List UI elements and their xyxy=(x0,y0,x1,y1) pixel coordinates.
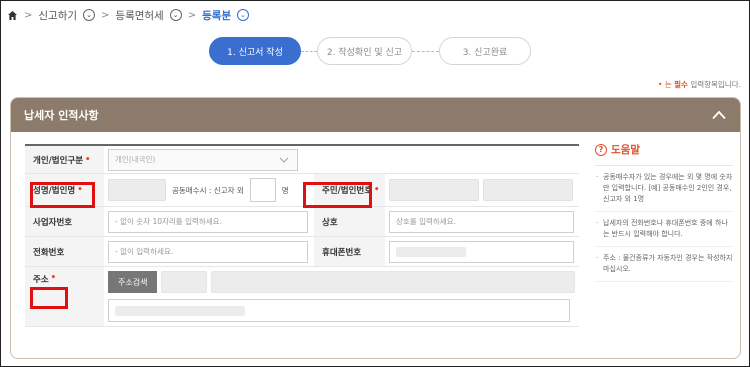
chevron-right-icon: > xyxy=(187,9,197,21)
redacted-value xyxy=(396,246,466,257)
type-select-value: 개인(내국인) xyxy=(115,155,156,164)
co-owner-count-input[interactable] xyxy=(249,178,276,202)
highlight-name xyxy=(30,182,95,208)
type-label-text: 개인/법인구분 xyxy=(33,155,84,166)
phone-input[interactable]: - 없이 입력하세요. xyxy=(108,240,308,263)
highlight-idnum xyxy=(303,182,372,208)
form-row: 사업자번호 - 없이 숫자 10자리를 입력하세요. 상호 상호를 입력하세요. xyxy=(25,207,579,237)
step-3: 3. 신고완료 xyxy=(439,37,531,65)
home-icon[interactable] xyxy=(6,9,18,21)
bizno-cell: - 없이 숫자 10자리를 입력하세요. xyxy=(104,207,314,236)
help-item: 납세자의 전화번호나 휴대폰번호 중에 하나는 반드시 입력해야 합니다. xyxy=(595,212,733,247)
idnum-cell xyxy=(385,174,579,206)
chevron-right-icon: > xyxy=(24,9,33,21)
co-owner-unit: 명 xyxy=(281,185,289,195)
address-label-text: 주소 xyxy=(33,275,49,285)
step-divider xyxy=(412,50,439,52)
help-item: 주소 : 물건종류가 자동차인 경우는 작성하지 마십시오. xyxy=(595,247,733,282)
panel-title: 납세자 인적사항 xyxy=(24,109,99,122)
required-note-em: 필수 xyxy=(674,80,688,89)
step-2: 2. 작성확인 및 신고 xyxy=(317,37,412,65)
type-cell: 개인(내국인) xyxy=(104,146,304,173)
breadcrumb-item[interactable]: 등록면허세 xyxy=(115,8,163,23)
taxpayer-panel: 납세자 인적사항 개인/법인구분 • 개인(내국인) 성명/법인명 • 공동매수시 … xyxy=(10,97,741,359)
bizno-label: 사업자번호 xyxy=(25,207,104,236)
zipcode-input[interactable] xyxy=(161,271,208,293)
step-1: 1. 신고서 작성 xyxy=(209,37,301,65)
breadcrumb-current[interactable]: 등록분 xyxy=(202,8,231,23)
chevron-up-icon[interactable] xyxy=(712,110,726,120)
phone-cell: - 없이 입력하세요. xyxy=(104,237,314,266)
chevron-down-icon xyxy=(279,157,289,163)
required-note-suffix: 입력항목입니다. xyxy=(690,80,741,89)
idnum-front-input[interactable] xyxy=(389,179,479,201)
trade-input[interactable]: 상호를 입력하세요. xyxy=(389,210,574,233)
help-list: 공동매수자가 있는 경우에는 외 몇 명에 숫자만 입력합니다. [예] 공동매… xyxy=(595,166,733,282)
trade-label: 상호 xyxy=(314,207,385,236)
mobile-cell xyxy=(385,237,579,266)
chevron-down-icon[interactable]: ⌄ xyxy=(83,9,96,21)
form-row: 성명/법인명 • 공동매수시 : 신고자 외 명 주민/법인번호 • xyxy=(25,174,579,207)
mobile-label: 휴대폰번호 xyxy=(314,237,385,266)
address-detail-input[interactable] xyxy=(108,299,570,322)
required-mark: • xyxy=(85,154,91,165)
name-cell: 공동매수시 : 신고자 외 명 xyxy=(104,174,314,206)
required-mark: • xyxy=(50,273,57,283)
bizno-input[interactable]: - 없이 숫자 10자리를 입력하세요. xyxy=(108,210,308,233)
phone-label: 전화번호 xyxy=(25,237,104,266)
redacted-value xyxy=(115,305,245,316)
step-indicator: 1. 신고서 작성 2. 작성확인 및 신고 3. 신고완료 xyxy=(209,37,531,65)
step-divider xyxy=(301,50,317,52)
idnum-back-input[interactable] xyxy=(483,179,573,201)
highlight-address xyxy=(30,287,68,309)
required-mark: • xyxy=(374,185,380,195)
co-owner-text: 공동매수시 : 신고자 외 xyxy=(172,185,244,195)
help-title: ? 도움말 xyxy=(595,142,733,166)
type-label: 개인/법인구분 • xyxy=(25,146,104,173)
form-row: 개인/법인구분 • 개인(내국인) xyxy=(25,144,579,174)
help-box: ? 도움말 공동매수자가 있는 경우에는 외 몇 명에 숫자만 입력합니다. [… xyxy=(595,142,733,282)
breadcrumb: > 신고하기 ⌄ > 등록면허세 ⌄ > 등록분 ⌄ xyxy=(6,6,250,24)
required-note: • 는 필수 입력항목입니다. xyxy=(658,79,741,90)
breadcrumb-item[interactable]: 신고하기 xyxy=(38,8,77,23)
chevron-down-icon[interactable]: ⌄ xyxy=(237,9,250,21)
chevron-right-icon: > xyxy=(101,9,110,21)
address-cell: 주소검색 xyxy=(104,267,579,326)
help-item: 공동매수자가 있는 경우에는 외 몇 명에 숫자만 입력합니다. [예] 공동매… xyxy=(595,166,733,212)
help-title-text: 도움말 xyxy=(611,144,640,156)
trade-cell: 상호를 입력하세요. xyxy=(385,207,579,236)
form-row: 주소 • 주소검색 xyxy=(25,267,579,327)
address-search-button[interactable]: 주소검색 xyxy=(108,271,158,293)
form-row: 전화번호 - 없이 입력하세요. 휴대폰번호 xyxy=(25,237,579,267)
required-note-prefix: • 는 xyxy=(658,80,672,89)
address-base-input[interactable] xyxy=(211,271,575,293)
panel-header[interactable]: 납세자 인적사항 xyxy=(11,98,740,132)
question-icon: ? xyxy=(595,143,607,156)
mobile-input[interactable] xyxy=(389,240,574,263)
name-input[interactable] xyxy=(108,179,166,201)
address-line-1: 주소검색 xyxy=(108,271,575,293)
type-select[interactable]: 개인(내국인) xyxy=(108,148,298,171)
chevron-down-icon[interactable]: ⌄ xyxy=(169,9,182,21)
taxpayer-form: 개인/법인구분 • 개인(내국인) 성명/법인명 • 공동매수시 : 신고자 외 명… xyxy=(25,144,579,327)
